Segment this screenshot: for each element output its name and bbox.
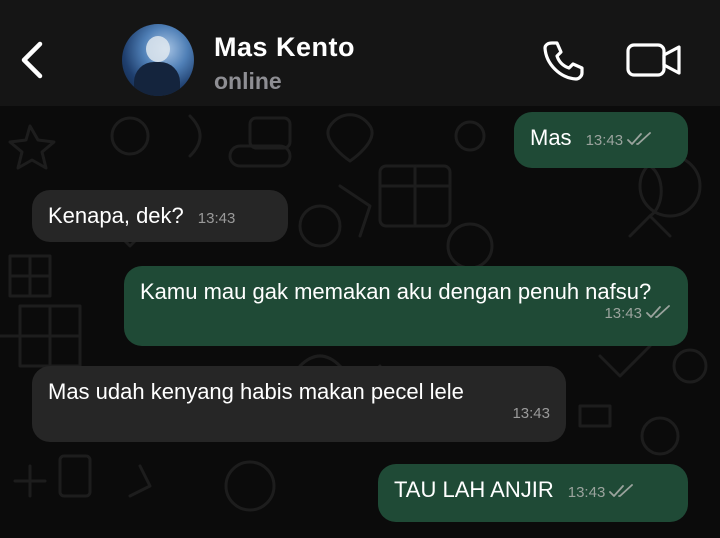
message-text: Mas udah kenyang habis makan pecel lele	[48, 379, 464, 404]
video-camera-icon[interactable]	[626, 42, 682, 78]
message-bubble-outgoing[interactable]: Mas 13:43	[514, 112, 688, 168]
avatar-head-shape	[146, 36, 170, 62]
double-check-read-icon	[646, 305, 670, 318]
message-meta: 13:43	[586, 125, 654, 156]
double-check-read-icon	[627, 132, 652, 145]
message-text: Kenapa, dek?	[48, 203, 184, 228]
message-meta: 13:43	[568, 477, 636, 508]
contact-avatar[interactable]	[122, 24, 194, 96]
message-text: TAU LAH ANJIR	[394, 477, 554, 502]
message-text: Mas	[530, 125, 572, 150]
message-bubble-incoming[interactable]: Kenapa, dek? 13:43	[32, 190, 288, 242]
message-time: 13:43	[604, 305, 642, 322]
avatar-body-shape	[134, 62, 180, 96]
message-time: 13:43	[512, 405, 550, 422]
message-bubble-outgoing[interactable]: TAU LAH ANJIR 13:43	[378, 464, 688, 522]
message-bubble-incoming[interactable]: Mas udah kenyang habis makan pecel lele …	[32, 366, 566, 442]
back-chevron-icon[interactable]	[14, 38, 54, 82]
double-check-read-icon	[609, 484, 634, 497]
message-time: 13:43	[567, 484, 606, 501]
phone-icon[interactable]	[540, 38, 586, 84]
chat-area[interactable]: Mas 13:43 Kenapa, dek? 13:43 Kamu mau gak …	[0, 106, 720, 538]
message-time: 13:43	[197, 210, 236, 227]
contact-name[interactable]: Mas Kento	[214, 32, 355, 63]
message-text: Kamu mau gak memakan aku dengan penuh na…	[140, 279, 652, 304]
contact-status: online	[214, 68, 282, 94]
message-time: 13:43	[585, 132, 624, 149]
message-bubble-outgoing[interactable]: Kamu mau gak memakan aku dengan penuh na…	[124, 266, 688, 346]
message-meta: 13:43	[140, 305, 672, 323]
chat-header: Mas Kento online	[0, 0, 720, 106]
